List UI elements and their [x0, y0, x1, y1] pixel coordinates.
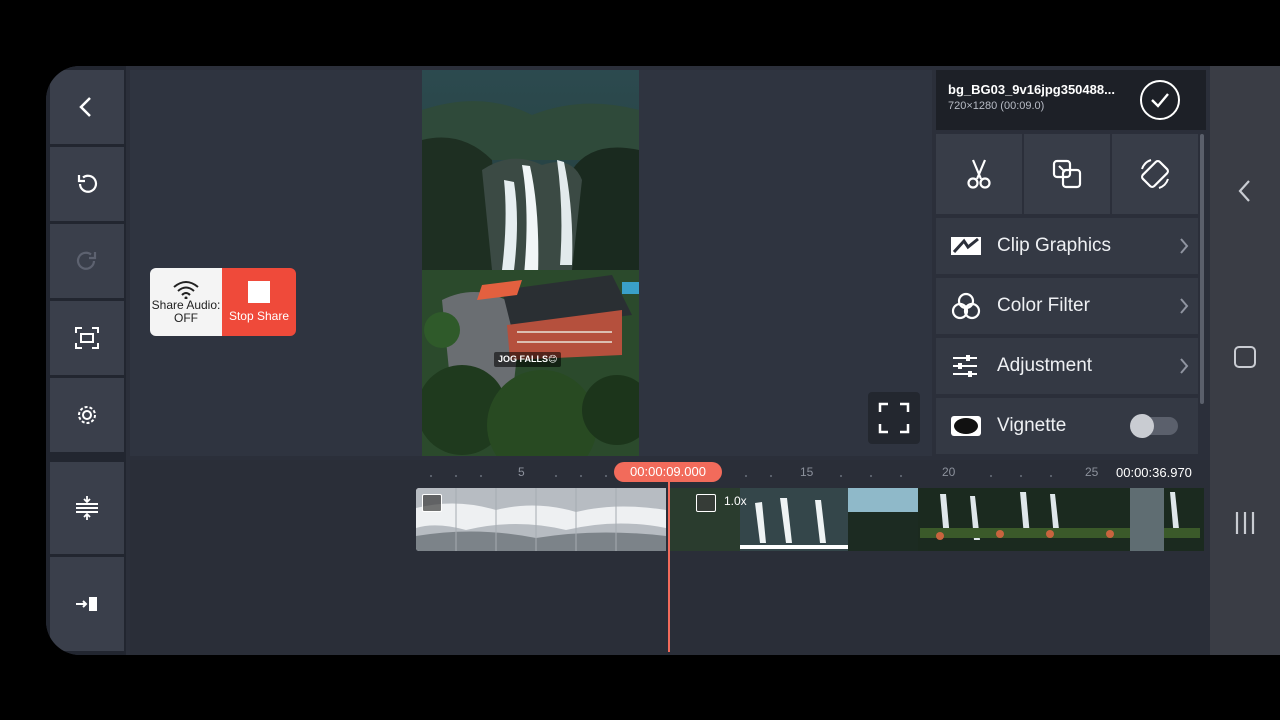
video-clip[interactable]: 1.0x [670, 488, 1204, 551]
crop-layer-icon [1052, 159, 1082, 189]
menu-adjustment[interactable]: Adjustment [936, 338, 1198, 394]
waterfall-scene-image [422, 70, 639, 456]
clip-header: bg_BG03_9v16jpg350488... 720×1280 (00:09… [936, 70, 1206, 130]
video-clip-thumbnails [670, 488, 1204, 551]
system-back-button[interactable] [1210, 178, 1280, 204]
capture-frame-button[interactable] [50, 301, 124, 375]
ruler-label: 15 [800, 465, 814, 479]
layer-adjust-button[interactable] [50, 462, 124, 554]
layers-align-icon [76, 496, 98, 520]
menu-clip-graphics[interactable]: Clip Graphics [936, 218, 1198, 274]
settings-button[interactable] [50, 378, 124, 452]
menu-clip-graphics-label: Clip Graphics [997, 235, 1112, 256]
crop-layer-button[interactable] [1024, 134, 1110, 214]
system-recents-button[interactable] [1210, 510, 1280, 536]
undo-icon [77, 174, 98, 193]
home-square-icon [1234, 346, 1256, 368]
video-preview[interactable]: JOG FALLS😊 [422, 70, 639, 456]
chevron-right-icon [1180, 238, 1189, 254]
stop-share-button[interactable]: Stop Share [222, 268, 296, 336]
playhead-time: 00:00:09.000 [614, 462, 722, 482]
system-home-button[interactable] [1210, 344, 1280, 370]
clip-speed: 1.0x [724, 494, 747, 508]
vignette-icon [951, 416, 981, 436]
clip-options-panel: bg_BG03_9v16jpg350488... 720×1280 (00:09… [936, 70, 1206, 456]
left-toolbar [46, 66, 126, 655]
clip-tool-row [936, 134, 1198, 214]
image-clip-thumbnails [416, 488, 666, 551]
menu-color-filter-label: Color Filter [997, 295, 1090, 316]
fullscreen-button[interactable] [868, 392, 920, 444]
rotate-button[interactable] [1112, 134, 1198, 214]
checkmark-icon [1151, 93, 1169, 108]
chevron-right-icon [1180, 358, 1189, 374]
rotate-icon [1141, 159, 1169, 189]
recents-icon [1235, 512, 1255, 534]
system-nav-bar [1210, 66, 1280, 655]
export-arrow-icon [76, 597, 97, 611]
share-audio-state: OFF [174, 311, 198, 325]
timeline[interactable]: 5 15 20 25 00:00:09.000 00:00:36.970 1.0… [130, 460, 1210, 655]
share-audio-toggle[interactable]: Share Audio: OFF [150, 268, 222, 336]
toggle-knob [1130, 414, 1154, 438]
video-clip-icon [696, 494, 716, 512]
panel-scrollbar[interactable] [1200, 134, 1204, 404]
redo-button[interactable] [50, 224, 124, 298]
capture-frame-icon [75, 327, 99, 349]
back-arrow-icon [79, 97, 91, 117]
menu-vignette-label: Vignette [997, 415, 1067, 436]
screen-share-overlay: Share Audio: OFF Stop Share [150, 268, 296, 336]
trim-button[interactable] [936, 134, 1022, 214]
ruler-label: 25 [1085, 465, 1099, 479]
ruler-label: 5 [518, 465, 525, 479]
stop-icon [248, 281, 270, 303]
menu-adjustment-label: Adjustment [997, 355, 1093, 376]
image-clip-icon [422, 494, 442, 512]
gear-icon [78, 406, 96, 424]
clip-graphics-icon [951, 237, 981, 255]
confirm-button[interactable] [1140, 80, 1180, 120]
export-button[interactable] [50, 557, 124, 651]
chevron-left-icon [1238, 180, 1250, 202]
scissors-icon [967, 159, 991, 189]
fullscreen-icon [878, 402, 910, 434]
menu-vignette[interactable]: Vignette [936, 398, 1198, 454]
wifi-icon [173, 281, 199, 299]
chevron-right-icon [1180, 298, 1189, 314]
back-button[interactable] [50, 70, 124, 144]
image-clip[interactable] [416, 488, 666, 551]
editor-window: Share Audio: OFF Stop Share JOG FALLS😊 b… [46, 66, 1280, 655]
stop-share-label: Stop Share [228, 309, 290, 323]
undo-button[interactable] [50, 147, 124, 221]
video-caption: JOG FALLS😊 [494, 352, 562, 367]
redo-icon [76, 251, 97, 270]
menu-color-filter[interactable]: Color Filter [936, 278, 1198, 334]
total-duration: 00:00:36.970 [1112, 463, 1196, 483]
color-filter-icon [951, 292, 981, 320]
playhead-line[interactable] [668, 482, 670, 652]
vignette-toggle[interactable] [1130, 414, 1178, 438]
ruler-label: 20 [942, 465, 956, 479]
adjustment-sliders-icon [953, 355, 977, 377]
